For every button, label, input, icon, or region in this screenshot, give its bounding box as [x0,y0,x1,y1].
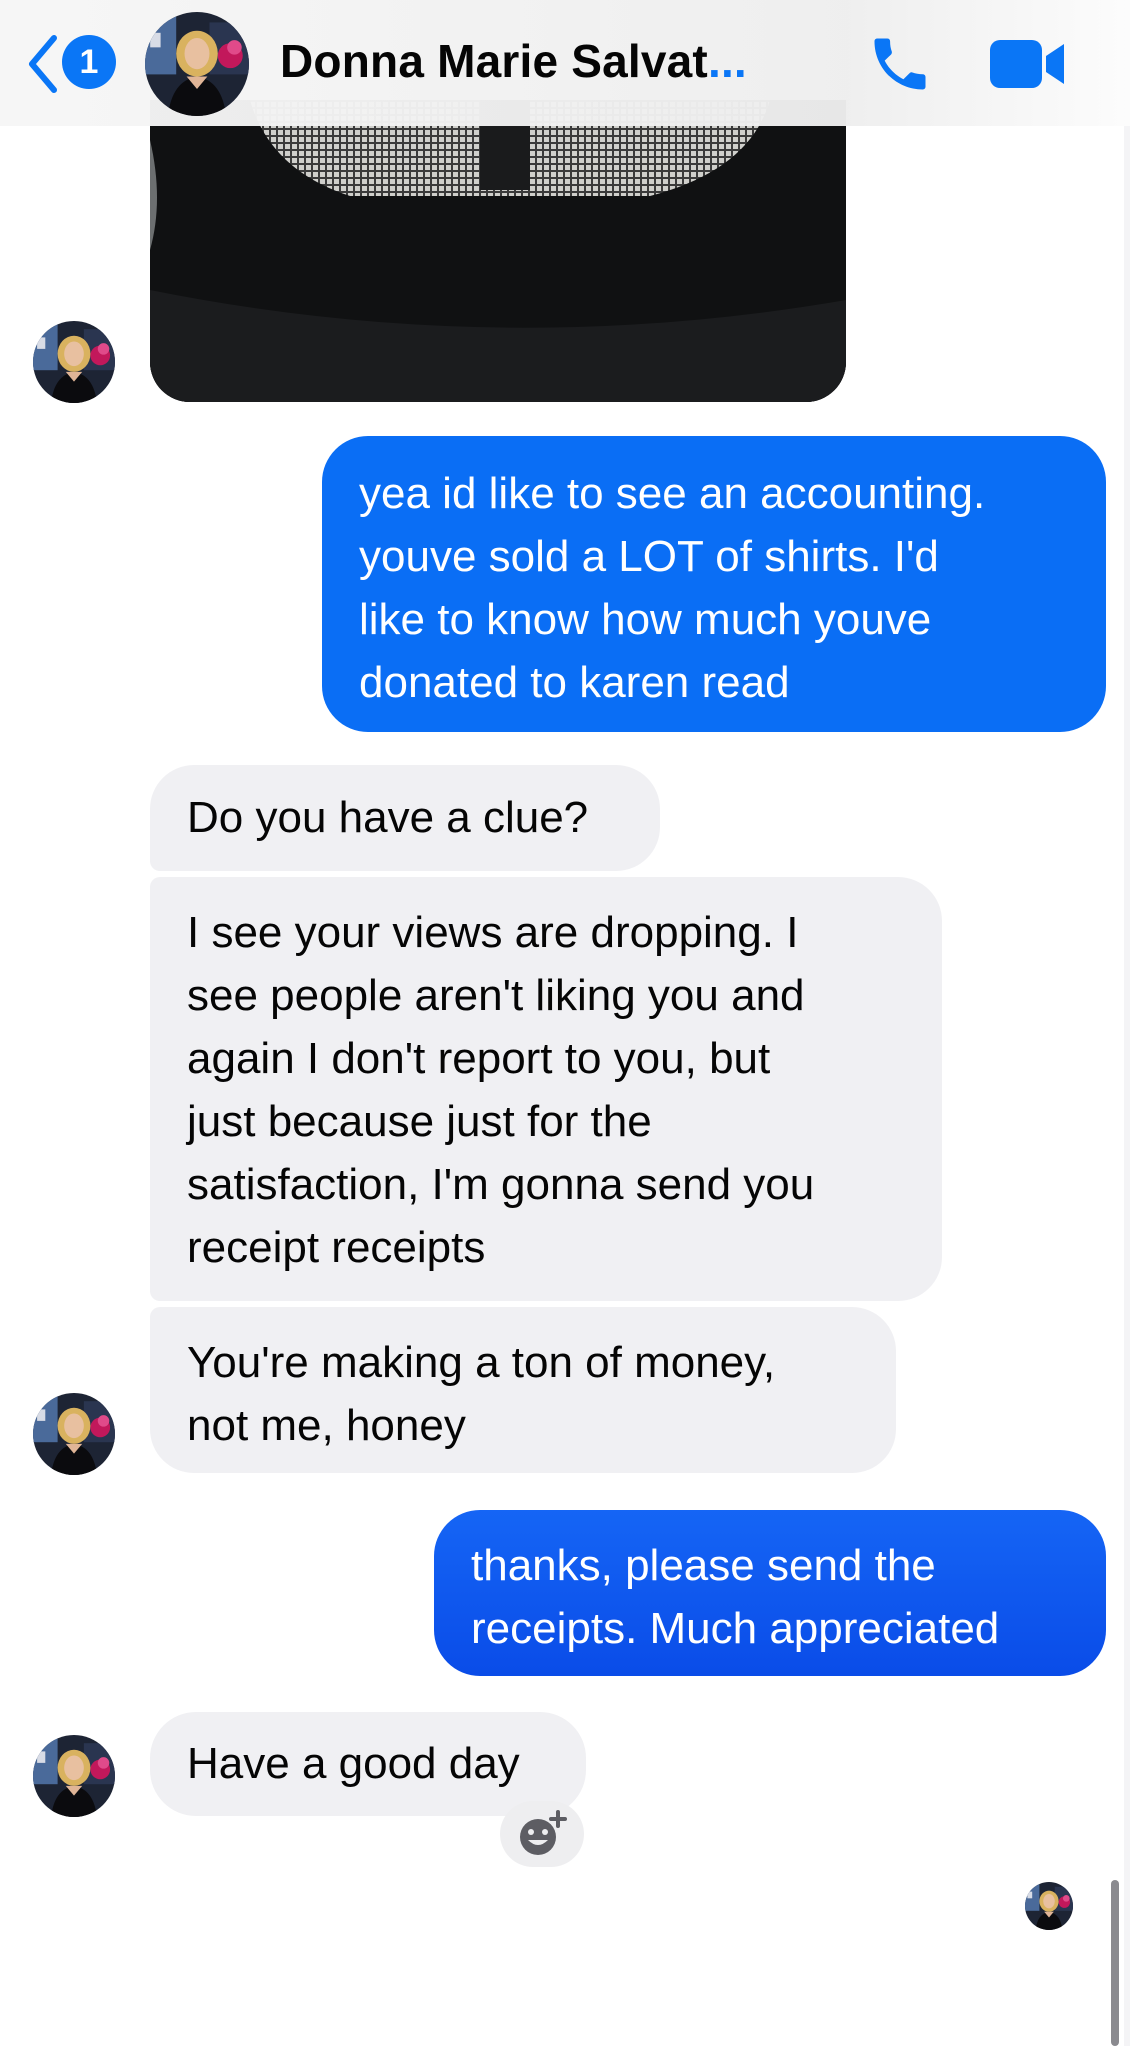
read-receipt-avatar [1025,1882,1073,1930]
message-line: not me, honey [187,1401,466,1450]
phone-icon [874,38,926,90]
audio-call-button[interactable] [866,30,934,98]
video-camera-icon [990,40,1064,88]
incoming-message[interactable]: I see your views are dropping. I see peo… [150,877,942,1301]
add-reaction-icon [520,1810,567,1855]
message-line: receipts. Much appreciated [471,1604,1000,1653]
message-line: You're making a ton of money, [187,1338,776,1387]
contact-name-text: Donna Marie Salvat [280,35,708,87]
message-line: donated to karen read [359,658,790,707]
message-line: I see your views are dropping. I [187,908,799,957]
chevron-left-icon [29,35,57,93]
message-line: satisfaction, I'm gonna send you [187,1160,815,1209]
message-line: youve sold a LOT of shirts. I'd [359,532,939,581]
outgoing-message[interactable]: thanks, please send the receipts. Much a… [434,1510,1106,1676]
outgoing-message[interactable]: yea id like to see an accounting. youve … [322,436,1106,732]
message-line: yea id like to see an accounting. [359,469,986,518]
message-line: see people aren't liking you and [187,971,805,1020]
sender-avatar[interactable] [33,1393,115,1475]
incoming-message[interactable]: Have a good day [150,1712,586,1816]
contact-name[interactable]: Donna Marie Salvat... [280,34,747,88]
video-call-button[interactable] [988,36,1068,92]
message-line: just because just for the [187,1097,652,1146]
sender-avatar[interactable] [33,321,115,403]
contact-avatar[interactable] [145,12,249,116]
message-line: receipt receipts [187,1223,486,1272]
message-line: like to know how much youve [359,595,932,644]
back-button[interactable]: 1 [22,28,122,98]
add-reaction-button[interactable] [500,1801,584,1867]
photo-message[interactable] [150,100,846,402]
incoming-message[interactable]: You're making a ton of money, not me, ho… [150,1307,896,1473]
incoming-message[interactable]: Do you have a clue? [150,765,660,871]
message-line: Have a good day [187,1739,520,1788]
shared-photo [150,100,846,402]
unread-count-badge: 1 [62,35,116,89]
conversation-header: 1 Donna Marie Salvat... [0,0,1130,126]
message-line: thanks, please send the [471,1541,936,1590]
window-edge [1124,0,1130,2046]
scrollbar[interactable] [1111,1880,1119,2046]
sender-avatar[interactable] [33,1735,115,1817]
message-line: again I don't report to you, but [187,1034,771,1083]
contact-name-ellipsis: ... [707,35,747,87]
message-line: Do you have a clue? [187,793,589,842]
